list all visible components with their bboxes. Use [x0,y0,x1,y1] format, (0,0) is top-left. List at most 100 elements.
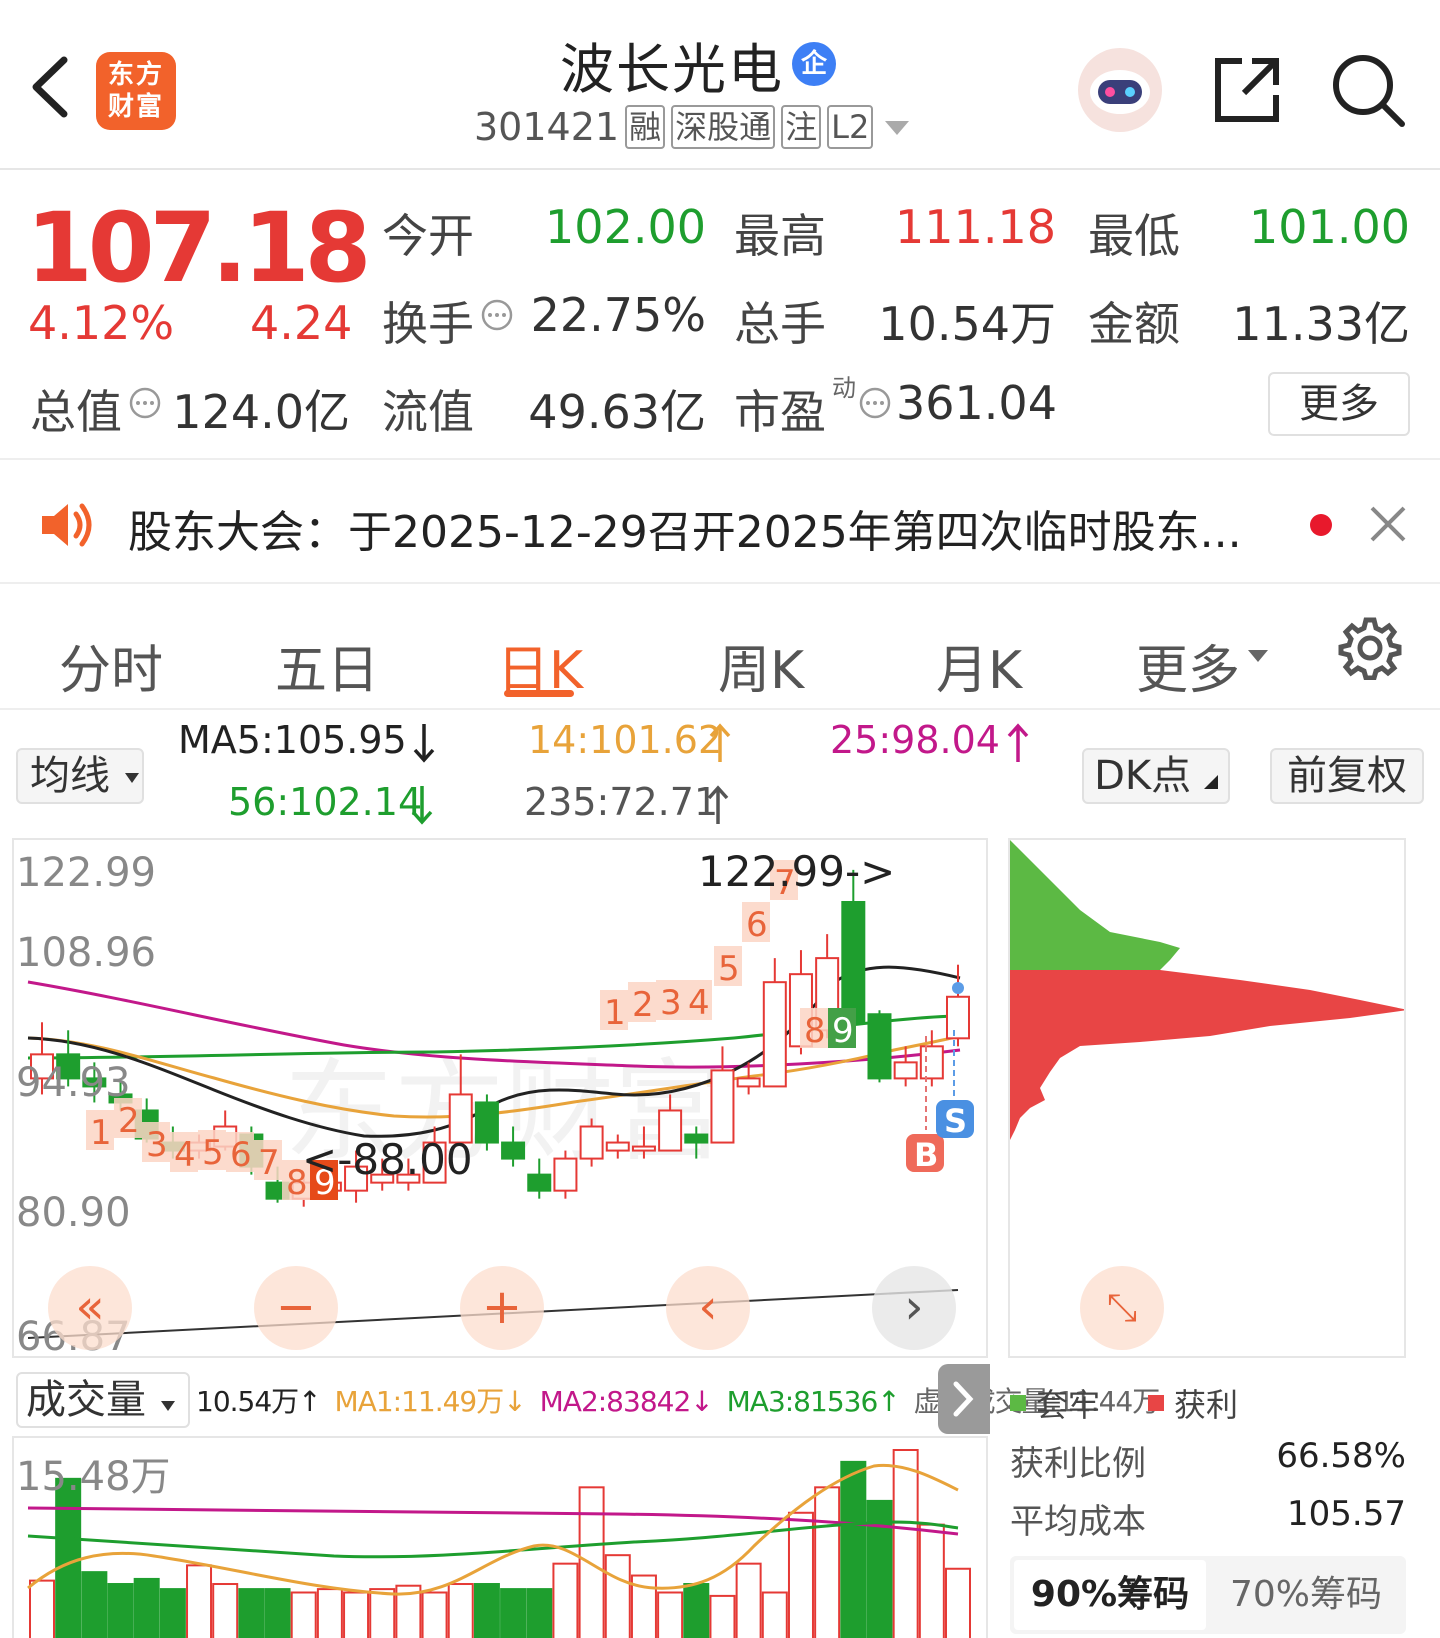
volume-bar[interactable] [421,1591,448,1638]
notice-bar[interactable]: 股东大会：于2025-12-29召开2025年第四次临时股东... [0,462,1440,584]
volume-bar[interactable] [918,1523,945,1638]
assistant-button[interactable] [1076,46,1164,134]
candle[interactable] [605,1141,630,1152]
back-button[interactable] [28,52,78,122]
legend-gain-label: 获利 [1174,1386,1239,1424]
volume-bar[interactable] [552,1562,579,1638]
y-label-top: 122.99 [16,850,156,896]
stock-title-group[interactable]: 波长光电 企 [560,32,836,101]
tab-weekly-k[interactable]: 周K [706,628,816,703]
td-seq-b-number: 4 [688,983,710,1023]
volume-bar[interactable] [238,1588,265,1638]
notice-text: 股东大会：于2025-12-29召开2025年第四次临时股东... [128,507,1242,558]
settings-gear-icon[interactable] [1338,616,1402,680]
td-seq-b-number: 8 [804,1011,826,1051]
scroll-left-button[interactable]: ‹ [666,1266,750,1350]
expand-chips-button[interactable]: ⤡ [1080,1266,1164,1350]
candle[interactable] [736,1077,761,1088]
candle[interactable] [527,1173,552,1192]
chip-distribution-chart[interactable]: ⤡ [1008,838,1406,1358]
profit-chips-area [1010,970,1404,1140]
volume-y-max: 15.48万 [16,1454,171,1500]
candle[interactable] [919,1045,944,1080]
candle[interactable] [631,1145,656,1152]
volume-bar[interactable] [683,1583,710,1638]
search-button[interactable] [1330,52,1406,128]
volume-bar[interactable] [264,1588,291,1638]
candle[interactable] [762,981,787,1088]
tab-monthly-k[interactable]: 月K [924,628,1034,703]
zoom-in-button[interactable]: + [460,1266,544,1350]
jump-start-button[interactable]: « [48,1266,132,1350]
volume-bar[interactable] [657,1591,684,1638]
volume-indicator-selector[interactable]: 成交量 [16,1372,190,1428]
volume-bar[interactable] [814,1486,841,1638]
volume-bar[interactable] [343,1591,370,1638]
tab-five-day[interactable]: 五日 [272,628,382,703]
tab-chip-70[interactable]: 70%筹码 [1210,1560,1402,1630]
volume-value: 10.54万 [878,297,1056,351]
volume-bar[interactable] [212,1583,239,1638]
tag-connect: 深股通 [671,105,776,149]
volume-chart[interactable]: 15.48万 [12,1436,988,1638]
y-label-3: 94.93 [16,1060,131,1106]
tab-intraday[interactable]: 分时 [56,628,166,703]
volume-bar[interactable] [500,1588,527,1638]
candle[interactable] [474,1101,499,1144]
volume-ma1: MA1:11.49万↓ [334,1385,527,1418]
volume-bar[interactable] [133,1577,160,1638]
volume-bar[interactable] [761,1591,788,1638]
volume-expand-button[interactable] [938,1364,990,1434]
volume-bar[interactable] [735,1562,762,1638]
volume-bar[interactable] [186,1564,213,1638]
volume-bar[interactable] [709,1594,736,1638]
volume-bar[interactable] [290,1591,317,1638]
volume-bar[interactable] [473,1583,500,1638]
kline-chart[interactable]: 东方财富 123456789123456789 122.99-> <-88.00… [12,838,988,1358]
dk-point-toggle[interactable]: DK点 [1082,748,1230,804]
candle[interactable] [710,1069,735,1144]
candle[interactable] [867,1013,892,1080]
volume-bar[interactable] [447,1583,474,1638]
volume-bar[interactable] [840,1460,867,1638]
candle[interactable] [501,1141,526,1160]
volume-bar[interactable] [526,1588,553,1638]
tab-more[interactable]: 更多 [1136,628,1240,703]
volume-bar[interactable] [29,1579,55,1638]
caret-down-icon[interactable] [883,117,911,137]
volume-bar[interactable] [316,1588,343,1638]
volume-bar[interactable] [55,1477,82,1638]
volume-bar[interactable] [892,1449,919,1638]
volume-bar[interactable] [107,1583,134,1638]
adjust-mode-button[interactable]: 前复权 [1270,748,1424,804]
candle[interactable] [658,1109,683,1152]
profit-ratio-label: 获利比例 [1010,1444,1146,1484]
tab-chip-90[interactable]: 90%筹码 [1014,1560,1206,1630]
info-icon[interactable] [858,386,892,420]
more-quote-button[interactable]: 更多 [1268,372,1410,436]
market-cap-value: 124.0亿 [172,385,350,439]
volume-bar[interactable] [159,1588,186,1638]
zoom-out-button[interactable]: − [254,1266,338,1350]
candle[interactable] [553,1157,578,1192]
volume-value: 10.54万↑ [196,1385,322,1418]
share-button[interactable] [1212,55,1282,125]
candle[interactable] [893,1061,918,1080]
info-icon[interactable] [128,386,162,420]
close-icon[interactable] [1368,504,1408,544]
scroll-right-button[interactable]: › [872,1266,956,1350]
candle[interactable] [946,995,970,1040]
volume-bar[interactable] [787,1511,814,1638]
volume-bar[interactable] [945,1567,971,1638]
caret-down-icon [1248,650,1268,662]
candle[interactable] [841,900,866,1024]
volume-bar[interactable] [369,1588,396,1638]
td-seq-b-number: 9 [832,1011,854,1051]
ma-selector[interactable]: 均线 [16,748,144,804]
candle[interactable] [579,1125,604,1160]
candle[interactable] [684,1133,709,1144]
td-seq-a-number: 1 [90,1113,112,1153]
info-icon[interactable] [480,298,514,332]
volume-bar[interactable] [604,1554,631,1638]
volume-bar[interactable] [81,1571,108,1638]
